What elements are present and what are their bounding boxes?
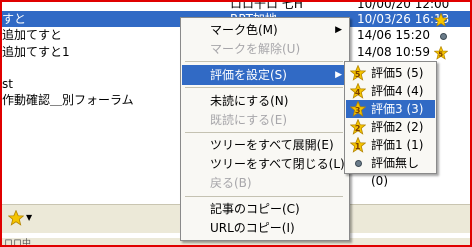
- rating-label: 評価2 (2): [371, 120, 424, 134]
- row-date: 14/06 15:20: [357, 28, 430, 42]
- menu-label: 記事のコピー(C): [210, 202, 300, 216]
- rating-label: 評価1 (1): [371, 138, 424, 152]
- rating-item-2[interactable]: 2 評価2 (2): [346, 118, 435, 136]
- dropdown-arrow-icon[interactable]: ▼: [26, 213, 32, 222]
- menu-item-copy-url[interactable]: URLのコピー(I): [182, 218, 348, 238]
- menu-label: 未読にする(N): [210, 94, 289, 108]
- rating-item-5[interactable]: 5 評価5 (5): [346, 64, 435, 82]
- submenu-arrow-icon: ▶: [335, 70, 342, 80]
- menu-item-copy-article[interactable]: 記事のコピー(C): [182, 199, 348, 219]
- menu-label: ツリーをすべて閉じる(L): [210, 157, 345, 171]
- row-title: st: [2, 77, 13, 91]
- rating-label: 評価5 (5): [371, 66, 424, 80]
- svg-text:3: 3: [355, 106, 361, 115]
- menu-label: マークを解除(U): [210, 42, 301, 56]
- rating-label: 評価4 (4): [371, 84, 424, 98]
- menu-label: 評価を設定(S): [210, 68, 287, 82]
- rating-item-4[interactable]: 4 評価4 (4): [346, 82, 435, 100]
- menu-separator: [185, 132, 343, 133]
- rating-label: 評価無し(0): [371, 156, 420, 188]
- none-dot-icon: [355, 160, 362, 167]
- row-title: 作動確認＿別フォーラム: [2, 93, 134, 107]
- row-title: すと: [2, 12, 27, 26]
- menu-label: URLのコピー(I): [210, 221, 295, 235]
- submenu-arrow-icon: ▶: [335, 25, 342, 35]
- menu-separator: [185, 61, 343, 62]
- svg-text:4: 4: [355, 88, 361, 97]
- menu-item-expand-all[interactable]: ツリーをすべて展開(E): [182, 135, 348, 155]
- menu-label: マーク色(M): [210, 23, 278, 37]
- svg-text:1: 1: [355, 142, 361, 151]
- menu-separator: [185, 87, 343, 88]
- svg-text:2: 2: [355, 124, 361, 133]
- status-text: ロロ中: [4, 239, 32, 247]
- rating-none-icon: [440, 33, 447, 40]
- menu-label: 戻る(B): [210, 176, 252, 190]
- star-dropdown-icon[interactable]: [7, 209, 25, 229]
- rating-item-3[interactable]: 3 評価3 (3): [346, 100, 435, 118]
- svg-text:5: 5: [355, 70, 361, 79]
- row-title: 追加てすと1: [2, 45, 70, 59]
- star-icon: [433, 12, 449, 31]
- rating-label: 評価3 (3): [371, 102, 424, 116]
- menu-separator: [185, 196, 343, 197]
- menu-item-mark-color[interactable]: マーク色(M) ▶: [182, 20, 348, 40]
- menu-label: 既読にする(E): [210, 113, 288, 127]
- menu-item-set-rating[interactable]: 評価を設定(S) ▶: [182, 65, 348, 85]
- menu-item-mark-unread[interactable]: 未読にする(N): [182, 91, 348, 111]
- rating-submenu: 5 評価5 (5) 4 評価4 (4) 3 評価3 (3) 2 評価2 (2) …: [344, 61, 437, 188]
- rating-item-1[interactable]: 1 評価1 (1): [346, 136, 435, 154]
- menu-item-back: 戻る(B): [182, 173, 348, 193]
- svg-text:5: 5: [438, 51, 443, 59]
- menu-label: ツリーをすべて展開(E): [210, 138, 334, 152]
- menu-item-mark-read: 既読にする(E): [182, 110, 348, 130]
- rating-item-none[interactable]: 評価無し(0): [346, 154, 435, 188]
- row-date: 14/08 10:59: [357, 45, 430, 59]
- row-title: 追加てすと: [2, 28, 63, 42]
- menu-item-collapse-all[interactable]: ツリーをすべて閉じる(L): [182, 154, 348, 174]
- context-menu: マーク色(M) ▶ マークを解除(U) 評価を設定(S) ▶ 未読にする(N) …: [180, 17, 350, 241]
- menu-item-unmark: マークを解除(U): [182, 39, 348, 59]
